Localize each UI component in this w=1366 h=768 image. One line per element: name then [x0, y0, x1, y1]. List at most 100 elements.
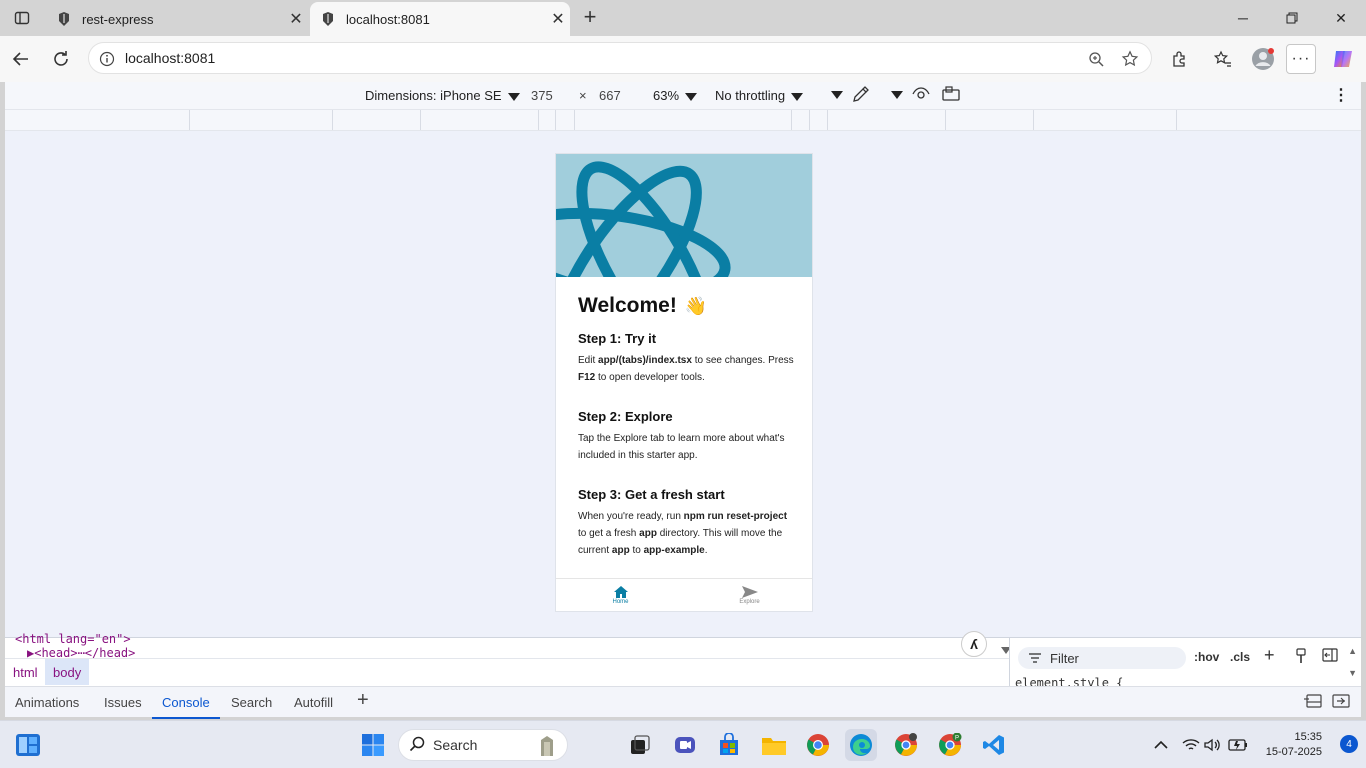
- dom-tree[interactable]: <html lang="en"> ▶<head>⋯</head>: [15, 632, 135, 660]
- widgets-icon[interactable]: [12, 729, 44, 761]
- throttling-select[interactable]: No throttling: [715, 88, 804, 103]
- scroll-up-icon[interactable]: ▲: [1348, 646, 1357, 656]
- device-toolbar: Dimensions: iPhone SE 375 × 667 63% No t…: [5, 82, 1361, 110]
- profile-avatar-icon[interactable]: [1248, 44, 1278, 74]
- times-label: ×: [579, 88, 587, 103]
- new-style-rule-icon[interactable]: +: [1264, 645, 1275, 666]
- device-more-icon[interactable]: ⋮: [1333, 85, 1349, 105]
- battery-icon[interactable]: [1226, 729, 1250, 761]
- store-icon[interactable]: [713, 729, 745, 761]
- undock-drawer-icon[interactable]: [1303, 693, 1323, 712]
- back-icon[interactable]: [6, 44, 36, 74]
- tab-rest-express[interactable]: rest-express ✕: [46, 2, 308, 36]
- file-explorer-icon[interactable]: [758, 729, 790, 761]
- computed-sidebar-icon[interactable]: [1322, 648, 1338, 665]
- vision-deficiency-icon[interactable]: [911, 86, 931, 105]
- step-1-text: Edit app/(tabs)/index.tsx to see changes…: [578, 355, 794, 383]
- extensions-icon[interactable]: [1164, 44, 1194, 74]
- add-tab-icon[interactable]: +: [357, 689, 369, 712]
- tab-console[interactable]: Console: [152, 695, 220, 719]
- width-input[interactable]: 375: [531, 88, 553, 103]
- hov-button[interactable]: :hov: [1194, 650, 1219, 664]
- dimensions-label: Dimensions: iPhone SE: [365, 88, 502, 103]
- browser-tabstrip: rest-express ✕ localhost:8081 ✕ + ─ ✕: [0, 0, 1366, 36]
- favorite-star-icon[interactable]: [1119, 48, 1141, 70]
- tab-localhost[interactable]: localhost:8081 ✕: [310, 2, 570, 36]
- refresh-icon[interactable]: [46, 44, 76, 74]
- close-icon[interactable]: ✕: [284, 7, 308, 31]
- chevron-down-icon: [685, 92, 698, 101]
- step-3-title: Step 3: Get a fresh start: [578, 487, 725, 502]
- zoom-select[interactable]: 63%: [653, 88, 698, 103]
- breadcrumb-html[interactable]: html: [5, 659, 46, 685]
- paint-brush-icon[interactable]: [1294, 648, 1308, 667]
- chrome-profile-p-icon[interactable]: P: [934, 729, 966, 761]
- filter-icon: [1024, 653, 1046, 663]
- home-icon: [613, 586, 628, 598]
- notification-badge[interactable]: 4: [1340, 735, 1358, 753]
- task-view-icon[interactable]: [624, 729, 656, 761]
- tab-home-label: Home: [612, 599, 629, 605]
- copilot-icon[interactable]: [1328, 44, 1358, 74]
- edge-icon[interactable]: [845, 729, 877, 761]
- clock-date: 15-07-2025: [1265, 746, 1322, 758]
- scroll-down-icon[interactable]: ▼: [1348, 668, 1357, 678]
- taskbar-search-box[interactable]: Search: [398, 729, 568, 761]
- tab-search[interactable]: Search: [231, 695, 272, 710]
- system-clock[interactable]: 15:35 15-07-2025: [1266, 730, 1322, 760]
- new-tab-icon[interactable]: +: [578, 6, 602, 30]
- info-icon[interactable]: [97, 49, 117, 69]
- tab-title: rest-express: [82, 11, 154, 27]
- tab-autofill[interactable]: Autofill: [294, 695, 333, 710]
- search-label: Search: [433, 737, 478, 753]
- chevron-down-icon: [507, 92, 520, 101]
- vscode-icon[interactable]: [978, 729, 1010, 761]
- caret-down-icon[interactable]: [885, 86, 903, 101]
- favorites-icon[interactable]: [1208, 44, 1238, 74]
- tab-issues[interactable]: Issues: [104, 695, 142, 710]
- tab-animations[interactable]: Animations: [15, 695, 79, 710]
- minimize-icon[interactable]: ─: [1218, 0, 1268, 36]
- clock-time: 15:35: [1294, 731, 1322, 743]
- ai-assist-icon[interactable]: ʎ: [961, 631, 987, 657]
- device-dimensions-select[interactable]: Dimensions: iPhone SE: [365, 88, 520, 103]
- restore-icon[interactable]: [1267, 0, 1317, 36]
- tab-actions-icon[interactable]: [8, 6, 36, 30]
- windows-taskbar: Search P 15:35 15-07-2025 4: [0, 720, 1366, 768]
- wifi-icon[interactable]: [1180, 729, 1202, 761]
- localhost-favicon-icon: [320, 11, 336, 27]
- react-logo-header-image: [556, 154, 812, 277]
- caret-down-icon[interactable]: [825, 86, 843, 101]
- step-2-text: Tap the Explore tab to learn more about …: [578, 433, 785, 461]
- tab-home[interactable]: Home: [556, 579, 685, 611]
- styles-filter-input[interactable]: Filter: [1018, 647, 1186, 669]
- cls-button[interactable]: .cls: [1230, 650, 1250, 664]
- more-options-icon[interactable]: ···: [1286, 44, 1316, 74]
- address-bar[interactable]: localhost:8081: [88, 42, 1152, 74]
- dock-drawer-icon[interactable]: [1331, 693, 1351, 712]
- chrome-icon[interactable]: [802, 729, 834, 761]
- zoom-label: 63%: [653, 88, 680, 103]
- step-3-text: When you're ready, run npm run reset-pro…: [578, 511, 788, 556]
- dom-html-node[interactable]: <html lang="en">: [15, 632, 135, 646]
- eyedropper-icon[interactable]: [851, 85, 871, 106]
- breadcrumb-body[interactable]: body: [45, 659, 90, 685]
- teams-meet-icon[interactable]: [669, 729, 701, 761]
- start-icon[interactable]: [357, 729, 389, 761]
- close-window-icon[interactable]: ✕: [1316, 0, 1366, 36]
- url-text: localhost:8081: [125, 50, 216, 66]
- chevron-up-icon[interactable]: [1150, 729, 1172, 761]
- volume-icon[interactable]: [1202, 729, 1224, 761]
- media-query-ruler[interactable]: [5, 110, 1361, 131]
- rotate-icon[interactable]: [941, 86, 961, 105]
- close-icon[interactable]: ✕: [546, 7, 570, 31]
- chevron-down-icon: [791, 92, 804, 101]
- chrome-profile-icon[interactable]: [890, 729, 922, 761]
- waving-hand-icon: 👋: [684, 295, 708, 316]
- throttling-label: No throttling: [715, 88, 786, 103]
- browser-toolbar: localhost:8081 ···: [0, 36, 1366, 82]
- tab-explore[interactable]: Explore: [685, 579, 812, 611]
- height-input[interactable]: 667: [599, 88, 621, 103]
- devtools-panel: <html lang="en"> ▶<head>⋯</head> ʎ html …: [5, 631, 1361, 719]
- zoom-icon[interactable]: [1085, 48, 1107, 70]
